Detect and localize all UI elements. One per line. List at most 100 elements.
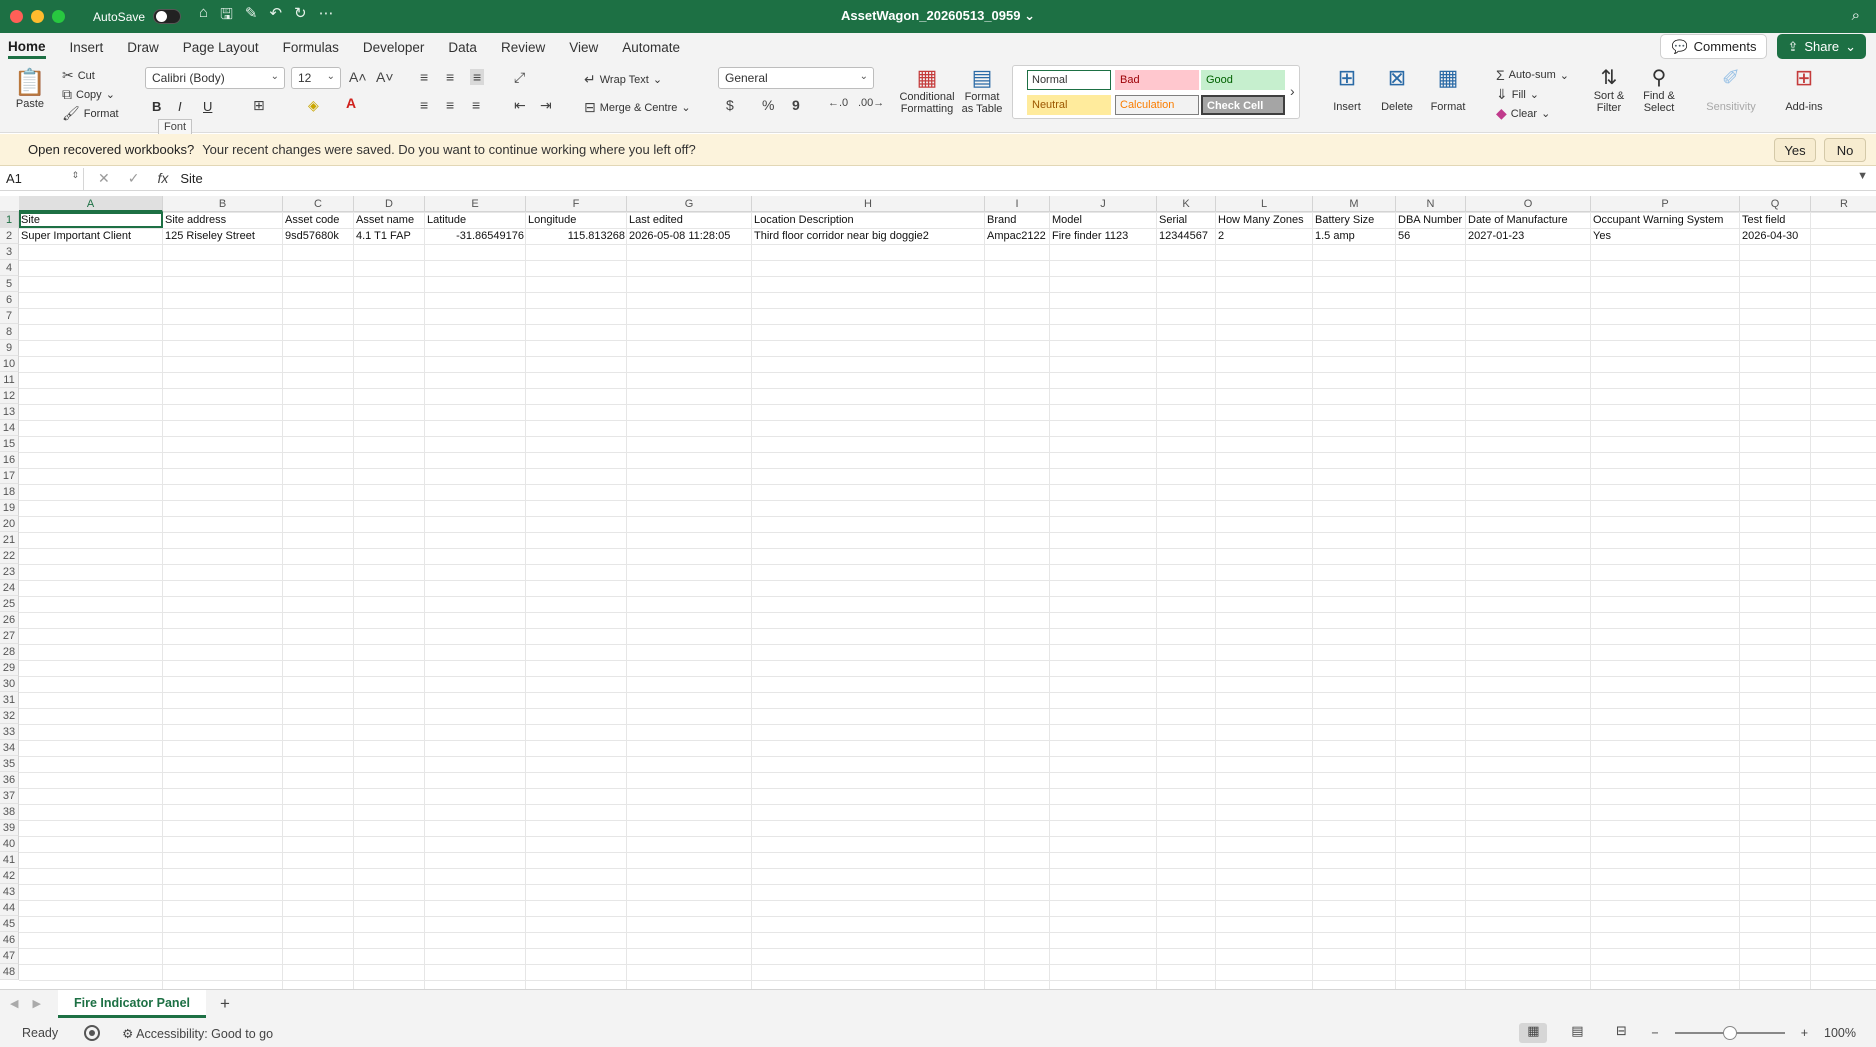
recover-yes-button[interactable]: Yes [1774,138,1816,162]
row-header[interactable]: 4 [0,260,19,276]
column-header-p[interactable]: P [1591,196,1740,212]
row-header[interactable]: 37 [0,788,19,804]
number-format-select[interactable]: General ⌄ [718,67,874,89]
zoom-slider[interactable] [1674,1026,1785,1040]
delete-cells-button[interactable]: ⊠ Delete [1372,65,1422,113]
cut-button[interactable]: ✂ Cut [62,67,95,84]
column-header-e[interactable]: E [425,196,526,212]
row-header[interactable]: 10 [0,356,19,372]
align-bottom-icon[interactable]: ≡ [470,69,485,85]
redo-icon[interactable]: ↻ [294,4,307,29]
style-bad[interactable]: Bad [1115,70,1199,90]
fill-button[interactable]: ⇓ Fill ⌄ [1496,86,1539,103]
align-middle-icon[interactable]: ≡ [446,69,454,85]
format-as-table-button[interactable]: ▤ Format as Table [958,65,1006,115]
macro-record-icon[interactable] [84,1025,101,1041]
data-cell[interactable]: 125 Riseley Street [163,228,283,244]
style-calculation[interactable]: Calculation [1115,95,1199,115]
accessibility-status[interactable]: ⚙ Accessibility: Good to go [122,1026,273,1041]
row-header[interactable]: 23 [0,564,19,580]
row-header[interactable]: 7 [0,308,19,324]
decrease-decimal-icon[interactable]: .00→ [858,97,884,109]
row-header[interactable]: 35 [0,756,19,772]
data-cell[interactable]: 1.5 amp [1313,228,1396,244]
row-header[interactable]: 15 [0,436,19,452]
row-header[interactable]: 18 [0,484,19,500]
column-header-o[interactable]: O [1466,196,1591,212]
row-header[interactable]: 13 [0,404,19,420]
confirm-icon[interactable]: ✓ [128,170,140,187]
row-header[interactable]: 28 [0,644,19,660]
zoom-in-icon[interactable]: + [1801,1026,1808,1040]
header-cell[interactable]: Last edited [627,212,752,228]
comments-button[interactable]: 💬 Comments [1660,34,1768,59]
gallery-more-icon[interactable]: › [1290,83,1295,99]
row-header[interactable]: 5 [0,276,19,292]
insert-function-button[interactable]: fx [157,170,168,187]
close-window-button[interactable] [10,10,23,23]
column-header-c[interactable]: C [283,196,354,212]
data-cell[interactable]: 2026-04-30 [1740,228,1811,244]
style-good[interactable]: Good [1201,70,1285,90]
format-cells-button[interactable]: ▦ Format [1422,65,1474,113]
comma-style-button[interactable]: 9 [792,97,800,113]
row-header[interactable]: 16 [0,452,19,468]
more-icon[interactable]: ⋯ [319,4,334,29]
italic-button[interactable]: I [178,99,182,114]
share-button[interactable]: ⇪ Share ⌄ [1777,34,1866,59]
data-cell[interactable]: Super Important Client [19,228,163,244]
align-center-icon[interactable]: ≡ [446,97,454,113]
header-cell[interactable]: Site address [163,212,283,228]
row-header[interactable]: 31 [0,692,19,708]
data-cell[interactable]: 12344567 [1157,228,1216,244]
save-as-icon[interactable]: ✎ [245,4,258,29]
header-cell[interactable]: Test field [1740,212,1811,228]
formula-input[interactable]: Site [180,171,202,186]
row-header[interactable]: 9 [0,340,19,356]
data-cell[interactable]: 4.1 T1 FAP [354,228,425,244]
borders-icon[interactable]: ⊞ [253,97,265,114]
row-header[interactable]: 38 [0,804,19,820]
tab-review[interactable]: Review [501,36,545,59]
recover-no-button[interactable]: No [1824,138,1866,162]
row-header[interactable]: 30 [0,676,19,692]
row-header[interactable]: 14 [0,420,19,436]
maximize-window-button[interactable] [52,10,65,23]
column-header-g[interactable]: G [627,196,752,212]
column-header-k[interactable]: K [1157,196,1216,212]
header-cell[interactable]: Asset name [354,212,425,228]
document-title[interactable]: AssetWagon_20260513_0959 [841,8,1020,23]
column-header-n[interactable]: N [1396,196,1466,212]
currency-button[interactable]: $ [726,97,734,113]
increase-font-icon[interactable]: A˄ [349,69,367,85]
decrease-indent-icon[interactable]: ⇤ [514,97,526,114]
data-cell[interactable]: 2 [1216,228,1313,244]
autosum-button[interactable]: Σ Auto-sum ⌄ [1496,67,1569,83]
row-header[interactable]: 32 [0,708,19,724]
row-header[interactable]: 45 [0,916,19,932]
row-header[interactable]: 39 [0,820,19,836]
search-icon[interactable]: ⌕ [1852,7,1860,24]
data-cell[interactable]: 2026-05-08 11:28:05 [627,228,752,244]
tab-view[interactable]: View [569,36,598,59]
zoom-out-icon[interactable]: − [1651,1026,1658,1040]
tab-data[interactable]: Data [448,36,477,59]
row-header[interactable]: 22 [0,548,19,564]
align-right-icon[interactable]: ≡ [472,97,480,113]
row-header[interactable]: 41 [0,852,19,868]
row-header[interactable]: 44 [0,900,19,916]
row-header[interactable]: 46 [0,932,19,948]
tab-automate[interactable]: Automate [622,36,680,59]
find-select-button[interactable]: ⚲ Find & Select [1636,65,1682,114]
tab-formulas[interactable]: Formulas [283,36,339,59]
name-box[interactable]: A1 ⇕ [0,167,84,190]
undo-icon[interactable]: ↶ [269,4,282,29]
column-header-a[interactable]: A [19,196,163,212]
tab-developer[interactable]: Developer [363,36,425,59]
decrease-font-icon[interactable]: A˅ [376,69,394,85]
orientation-icon[interactable]: ⤢ [514,69,525,86]
font-name-select[interactable]: Calibri (Body) ⌄ [145,67,285,89]
zoom-level[interactable]: 100% [1824,1026,1856,1040]
row-header[interactable]: 36 [0,772,19,788]
save-icon[interactable]: 🖫 [220,4,233,29]
